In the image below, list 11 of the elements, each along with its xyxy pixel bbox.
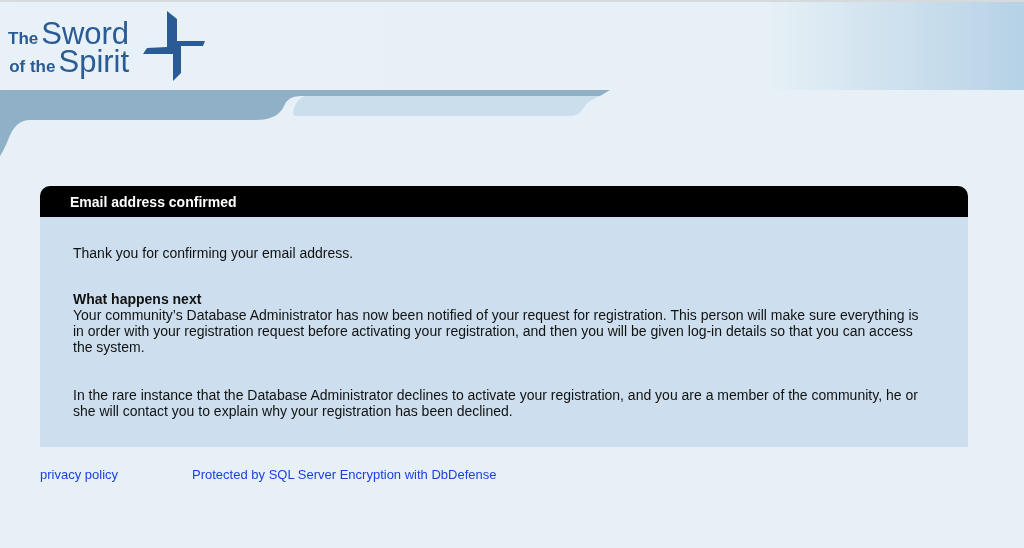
footer-link[interactable]: Protected by SQL Server Encryption with DbDefense xyxy=(192,467,497,482)
body-paragraph: In the rare instance that the Database Administrator declines to activate your registration, and you are a member of the community, he or she will contact you to explain why your registration has been declined. xyxy=(73,387,919,419)
section-heading: What happens next xyxy=(73,291,203,307)
logo-text: Sword xyxy=(41,20,130,48)
cross-logo-icon xyxy=(143,11,206,81)
panel-title: Email address confirmed xyxy=(40,186,968,217)
body-paragraph: Your community’s Database Administrator has now been notified of your request for registration. This person will make sure everything is in order with your registration request before activating your registration, and then you will be given log-in details so that you can access the system. xyxy=(73,307,920,355)
footer-link[interactable]: privacy policy xyxy=(40,467,119,482)
logo-text: of the xyxy=(9,59,56,75)
intro-text: Thank you for confirming your email address. xyxy=(73,245,355,261)
logo-text: The xyxy=(8,31,39,47)
